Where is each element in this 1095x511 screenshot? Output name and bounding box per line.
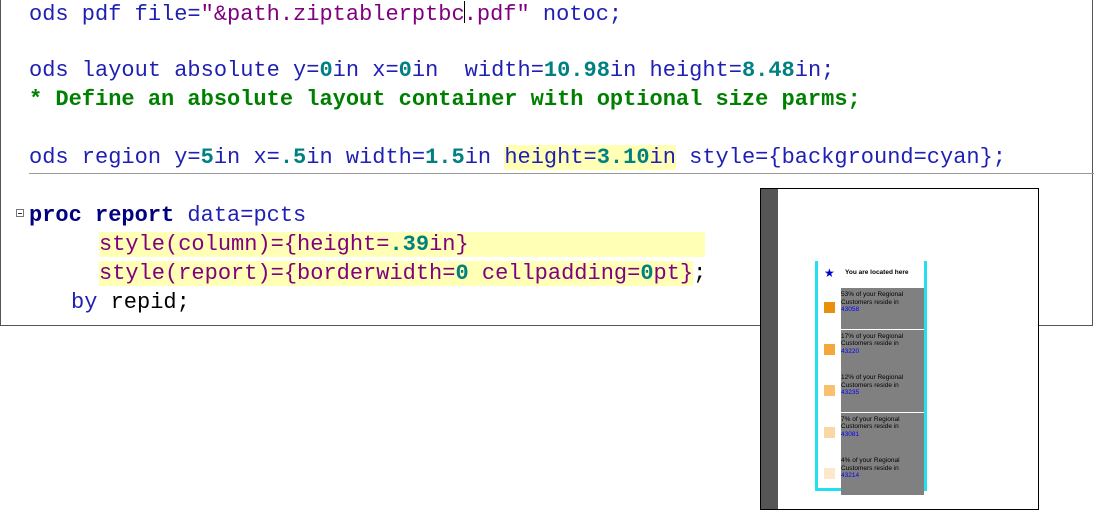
pdf-output-preview: ★ You are located here 53% of your Regio… <box>760 188 1039 510</box>
highlighted-code: style(column)={height=.39in} <box>99 232 705 257</box>
cell-line: 17% of your Regional <box>841 332 904 340</box>
code-number: 8.48 <box>741 58 795 83</box>
code-token: ods pdf file= <box>29 2 201 27</box>
ods-region: ★ You are located here 53% of your Regio… <box>815 261 927 496</box>
code-number: .39 <box>389 232 430 257</box>
code-keyword: proc report <box>29 203 175 228</box>
code-token: height= <box>504 145 597 170</box>
code-line-8[interactable]: by repid; <box>71 290 190 316</box>
color-swatch <box>824 426 835 438</box>
code-number: 5 <box>200 145 214 170</box>
cell-line: 4% of your Regional <box>841 457 900 465</box>
highlighted-code: style(report)={borderwidth=0 cellpadding… <box>99 261 694 286</box>
cell-line: Customers reside in <box>841 381 899 389</box>
code-line-3[interactable]: * Define an absolute layout container wi… <box>29 87 861 113</box>
pdf-page-gutter <box>761 189 778 509</box>
code-token: data=pcts <box>174 203 307 228</box>
fold-collapse-icon[interactable] <box>16 209 24 217</box>
code-number: 0 <box>398 58 412 83</box>
highlighted-code: height=3.10in <box>504 145 676 170</box>
zip-link[interactable]: 43235 <box>841 389 924 397</box>
cell-line: Customers reside in <box>841 298 899 306</box>
report-cell: 12% of your Regional Customers reside in 4… <box>841 371 924 413</box>
code-comment: * Define an absolute layout container wi… <box>29 87 861 112</box>
table-row: 17% of your Regional Customers reside in 4… <box>818 329 924 371</box>
code-token: in <box>464 145 505 170</box>
code-string: "&path.ziptablerptbc <box>200 2 465 27</box>
cell-line: Customers reside in <box>841 340 899 348</box>
table-row: 53% of your Regional Customers reside in 4… <box>818 288 924 329</box>
code-number: 0 <box>319 58 333 83</box>
report-cell: 7% of your Regional Customers reside in 43… <box>841 412 924 454</box>
code-token: ; <box>693 261 707 286</box>
code-line-6[interactable]: style(column)={height=.39in} <box>99 232 705 258</box>
report-cell: 53% of your Regional Customers reside in 4… <box>841 288 924 329</box>
zip-link[interactable]: 43081 <box>841 431 924 439</box>
code-number: 0 <box>455 261 469 286</box>
zip-link[interactable]: 43220 <box>841 348 924 356</box>
code-token: in; <box>794 58 835 83</box>
cell-line: 53% of your Regional <box>841 291 904 298</box>
code-token: by <box>71 290 98 315</box>
code-token: in x= <box>213 145 280 170</box>
color-swatch <box>824 468 835 480</box>
code-token: in <box>649 145 676 170</box>
code-line-1[interactable]: ods pdf file="&path.ziptablerptbc.pdf" n… <box>29 1 622 28</box>
code-number: 10.98 <box>543 58 610 83</box>
code-token: in} <box>429 232 469 257</box>
code-number: 3.10 <box>596 145 650 170</box>
code-token: ods layout absolute y= <box>29 58 320 83</box>
code-line-5[interactable]: proc report data=pcts <box>29 203 306 229</box>
cell-line: Customers reside in <box>841 464 899 472</box>
cell-line: Customers reside in <box>841 423 899 431</box>
code-token: in height= <box>609 58 742 83</box>
code-token: style(report)={borderwidth= <box>99 261 456 286</box>
cell-line: 12% of your Regional <box>841 374 904 382</box>
code-number: 1.5 <box>425 145 465 170</box>
code-line-7[interactable]: style(report)={borderwidth=0 cellpadding… <box>99 261 706 287</box>
zip-link[interactable]: 43058 <box>841 306 924 314</box>
code-token: pt} <box>653 261 694 286</box>
step-separator <box>29 173 1094 174</box>
code-number: 0 <box>640 261 654 286</box>
code-token: ods region y= <box>29 145 201 170</box>
color-swatch <box>824 302 835 313</box>
code-token: in width= <box>411 58 544 83</box>
code-number: .5 <box>279 145 307 170</box>
color-swatch <box>824 385 835 397</box>
color-swatch <box>824 343 835 355</box>
cell-line: 7% of your Regional <box>841 415 900 423</box>
code-token: cellpadding= <box>468 261 641 286</box>
table-row: 12% of your Regional Customers reside in 4… <box>818 371 924 413</box>
report-header-title: You are located here <box>845 269 909 276</box>
zip-link[interactable]: 43214 <box>841 472 924 480</box>
code-token: in x= <box>332 58 399 83</box>
code-token: repid; <box>97 290 190 315</box>
code-token: style(column)={height= <box>99 232 390 257</box>
code-token: notoc; <box>529 2 623 27</box>
report-cell: 17% of your Regional Customers reside in 4… <box>841 329 924 371</box>
star-icon: ★ <box>824 266 835 280</box>
code-token: in width= <box>306 145 426 170</box>
report-cell: 4% of your Regional Customers reside in 43… <box>841 454 924 496</box>
code-token: style={background=cyan}; <box>675 145 1007 170</box>
code-line-2[interactable]: ods layout absolute y=0in x=0in width=10… <box>29 58 834 84</box>
code-string: .pdf" <box>463 2 530 27</box>
table-row: 4% of your Regional Customers reside in 43… <box>818 454 924 496</box>
code-line-4[interactable]: ods region y=5in x=.5in width=1.5in heig… <box>29 145 1006 171</box>
report-header: ★ You are located here <box>818 265 924 283</box>
table-row: 7% of your Regional Customers reside in 43… <box>818 412 924 454</box>
